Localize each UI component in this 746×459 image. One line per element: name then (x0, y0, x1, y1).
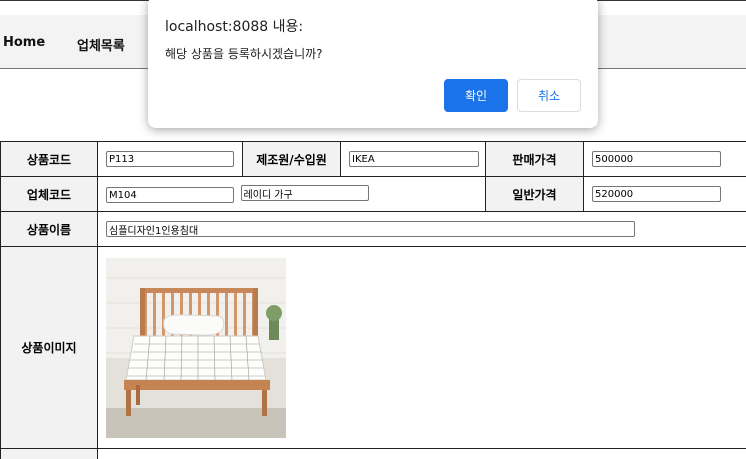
vendor-code-label: 업체코드 (0, 176, 98, 212)
next-row-label (0, 448, 98, 459)
dialog-message: 해당 상품을 등록하시겠습니까? (165, 47, 323, 61)
dialog-title: localhost:8088 내용: (165, 19, 304, 35)
vendor-code-input[interactable] (106, 187, 234, 203)
confirm-ok-button[interactable]: 확인 (444, 79, 508, 112)
next-row-field (97, 448, 746, 459)
product-image-label: 상품이미지 (0, 246, 98, 449)
bed-illustration (106, 257, 286, 438)
product-code-label: 상품코드 (0, 141, 98, 177)
product-name-input[interactable] (106, 221, 635, 237)
sale-price-input[interactable] (592, 151, 721, 167)
product-name-label: 상품이름 (0, 211, 98, 247)
confirm-cancel-button[interactable]: 취소 (517, 79, 581, 112)
vendor-name-input[interactable] (240, 185, 369, 201)
product-form-table: 상품코드 제조원/수입원 판매가격 업체코드 일반가격 상품이름 상품이미지 (0, 141, 746, 459)
manufacturer-label: 제조원/수입원 (242, 141, 341, 177)
product-code-input[interactable] (106, 151, 234, 167)
confirm-dialog: localhost:8088 내용: 해당 상품을 등록하시겠습니까? 확인 취… (148, 0, 598, 128)
sale-price-label: 판매가격 (485, 141, 584, 177)
regular-price-label: 일반가격 (485, 176, 584, 212)
manufacturer-input[interactable] (349, 151, 479, 167)
nav-home-link[interactable]: Home (3, 35, 45, 50)
nav-vendor-list-link[interactable]: 업체목록 (77, 35, 125, 54)
product-image (106, 257, 286, 438)
regular-price-input[interactable] (592, 186, 721, 202)
